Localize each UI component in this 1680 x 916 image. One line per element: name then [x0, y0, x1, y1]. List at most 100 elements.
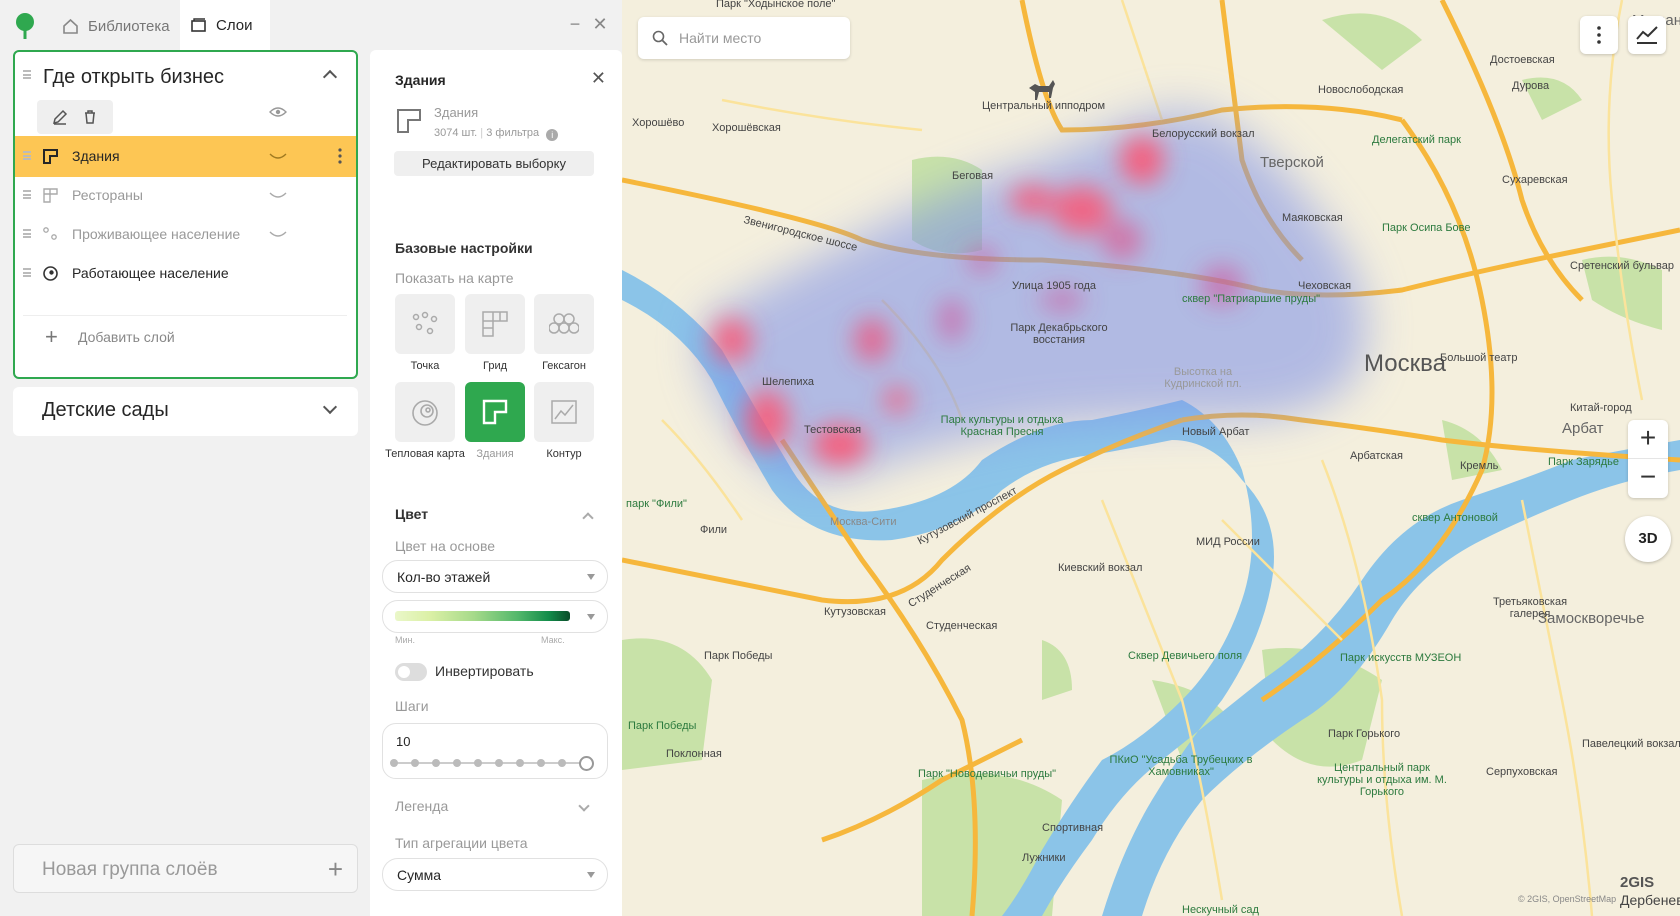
display-type-buildings[interactable] — [465, 382, 525, 442]
building-icon — [482, 399, 508, 425]
map-label: Лужники — [1022, 852, 1066, 864]
attribution-text[interactable]: © 2GIS, OpenStreetMap — [1518, 894, 1616, 904]
chart-line-icon — [1636, 26, 1658, 44]
eye-closed-icon[interactable] — [269, 229, 287, 241]
display-type-hexagon[interactable] — [534, 294, 594, 354]
tab-library[interactable]: Библиотека — [62, 10, 170, 42]
add-layer-button[interactable]: + Добавить слой — [23, 315, 347, 356]
layer-row-restaurants[interactable]: Рестораны — [15, 175, 356, 216]
base-settings-heading: Базовые настройки — [395, 240, 533, 256]
drag-handle-icon[interactable] — [23, 268, 31, 277]
map-label: Тестовская — [804, 424, 862, 436]
edit-icon[interactable] — [51, 108, 69, 126]
map-search[interactable]: Найти место — [638, 17, 850, 59]
color-basis-label: Цвет на основе — [395, 538, 496, 554]
plus-icon[interactable]: + — [328, 854, 343, 885]
drag-handle-icon[interactable] — [23, 190, 31, 199]
display-type-point[interactable] — [395, 294, 455, 354]
group-title[interactable]: Детские сады — [42, 399, 169, 422]
map-label: Серпуховская — [1486, 766, 1558, 778]
map-label: Маяковская — [1282, 212, 1343, 224]
layer-label: Здания — [72, 148, 120, 164]
layer-group-kindergartens[interactable]: Детские сады — [13, 387, 358, 436]
color-basis-select[interactable]: Кол-во этажей — [382, 560, 608, 593]
tab-layers[interactable]: Слои — [180, 0, 270, 50]
more-vertical-icon[interactable] — [338, 148, 342, 164]
map-label: МИД России — [1196, 536, 1260, 548]
slider-tick — [474, 759, 482, 767]
chevron-down-icon[interactable] — [578, 800, 590, 812]
invert-toggle[interactable] — [395, 663, 427, 681]
aggregation-value: Сумма — [397, 867, 441, 883]
steps-slider-track[interactable] — [393, 762, 583, 764]
layer-row-residents[interactable]: Проживающее население — [15, 214, 356, 255]
selection-count: 3074 шт. — [434, 127, 478, 139]
group-title[interactable]: Где открыть бизнес — [43, 66, 224, 89]
map-label: Парк Зарядье — [1548, 456, 1619, 468]
map-label: Улица 1905 года — [1012, 280, 1096, 292]
edit-selection-button[interactable]: Редактировать выборку — [394, 151, 594, 176]
steps-value: 10 — [396, 734, 411, 749]
steps-label: Шаги — [395, 698, 429, 714]
map-label: Парк культуры и отдыха Красная Пресня — [940, 414, 1064, 438]
color-heading[interactable]: Цвет — [395, 506, 428, 522]
map-label: Киевский вокзал — [1058, 562, 1143, 574]
close-window-button[interactable]: ✕ — [590, 14, 610, 34]
aggregation-label: Тип агрегации цвета — [395, 835, 528, 851]
search-placeholder: Найти место — [679, 30, 762, 46]
drag-handle-icon[interactable] — [23, 151, 31, 160]
eye-icon[interactable] — [269, 106, 287, 118]
map-label: сквер "Патриаршие пруды" — [1182, 293, 1321, 305]
info-icon[interactable]: i — [546, 129, 559, 141]
eye-closed-icon[interactable] — [269, 190, 287, 202]
new-group-input[interactable]: Новая группа слоёв + — [13, 844, 358, 893]
3d-toggle-button[interactable]: 3D — [1625, 516, 1671, 562]
selection-filters: 3 фильтра — [486, 127, 540, 139]
display-type-heatmap[interactable] — [395, 382, 455, 442]
chart-button[interactable] — [1628, 16, 1666, 54]
chevron-down-icon[interactable] — [322, 399, 338, 415]
aggregation-select[interactable]: Сумма — [382, 858, 608, 891]
legend-label[interactable]: Легенда — [395, 798, 448, 814]
map-label: Кутузовская — [824, 606, 886, 618]
selection-meta: 3074 шт. | 3 фильтра i — [434, 127, 559, 141]
layers-sidebar: Библиотека Слои − ✕ Где открыть бизнес З… — [0, 0, 608, 916]
contour-icon — [551, 400, 577, 424]
zoom-in-button[interactable]: + — [1628, 420, 1668, 459]
group-toolbar — [37, 100, 113, 134]
layer-row-buildings[interactable]: Здания — [15, 136, 356, 177]
map-label: Парк "Новодевичьи пруды" — [918, 768, 1057, 780]
drag-handle-icon[interactable] — [23, 70, 31, 79]
steps-input[interactable]: 10 — [382, 723, 608, 779]
trash-icon[interactable] — [81, 108, 99, 126]
zoom-out-button[interactable]: − — [1628, 459, 1668, 498]
display-type-label: Контур — [546, 448, 582, 460]
chevron-up-icon[interactable] — [322, 69, 338, 85]
drag-handle-icon[interactable] — [23, 229, 31, 238]
map-label: Кремль — [1460, 460, 1499, 472]
steps-slider-knob[interactable] — [579, 756, 594, 771]
map-label: Центральный парк культуры и отдыха им. М… — [1317, 762, 1447, 798]
display-type-grid[interactable] — [465, 294, 525, 354]
palette-max-label: Макс. — [541, 635, 565, 645]
map-canvas[interactable] — [622, 0, 1680, 916]
display-type-contour[interactable] — [534, 382, 594, 442]
close-settings-button[interactable]: ✕ — [591, 68, 606, 89]
map-label: Павелецкий вокзал — [1582, 738, 1680, 750]
map-menu-button[interactable] — [1580, 16, 1618, 54]
minimize-button[interactable]: − — [565, 14, 585, 34]
chevron-up-icon[interactable] — [582, 512, 594, 524]
palette-select[interactable] — [382, 600, 608, 633]
map-view[interactable]: Парк "Ходынское поле" Москва Арбат Тверс… — [622, 0, 1680, 916]
map-label: Китай-город — [1570, 402, 1632, 414]
layer-group-business: Где открыть бизнес Здания Рестораны Прож… — [13, 50, 358, 379]
layer-settings-panel: Здания ✕ Здания 3074 шт. | 3 фильтра i Р… — [370, 50, 622, 916]
layer-row-workers[interactable]: Работающее население — [15, 253, 356, 294]
palette-min-label: Мин. — [395, 635, 415, 645]
slider-tick — [516, 759, 524, 767]
map-label: Поклонная — [666, 748, 722, 760]
add-layer-label: Добавить слой — [78, 329, 175, 345]
map-label: Хорошёво — [632, 117, 685, 129]
hexagon-icon — [549, 313, 579, 334]
eye-closed-icon[interactable] — [269, 151, 287, 163]
